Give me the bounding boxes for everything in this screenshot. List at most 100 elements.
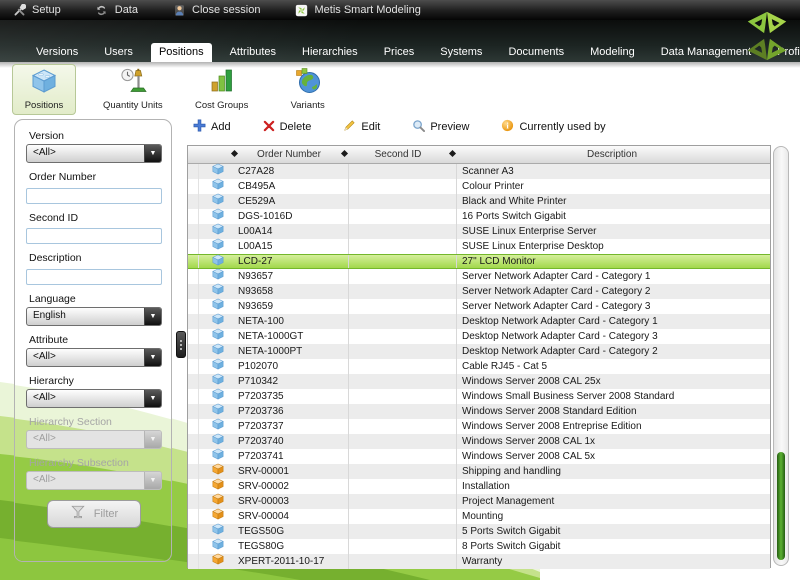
ribbon-button-quantity-units[interactable]: Quantity Units: [98, 64, 168, 115]
table-row[interactable]: SRV-00004Mounting: [188, 509, 770, 524]
column-header-order-number[interactable]: Order Number: [236, 146, 342, 163]
tab-versions[interactable]: Versions: [28, 43, 86, 62]
tab-modeling[interactable]: Modeling: [582, 43, 643, 62]
filter-panel: Version <All> ▼ Order Number Second ID D…: [14, 119, 172, 562]
table-row[interactable]: SRV-00003Project Management: [188, 494, 770, 509]
table-row[interactable]: C27A28Scanner A3: [188, 164, 770, 179]
table-row[interactable]: NETA-1000GTDesktop Network Adapter Card …: [188, 329, 770, 344]
row-selector-cell[interactable]: [188, 554, 199, 569]
second-id-input[interactable]: [26, 228, 162, 244]
menu-item-setup[interactable]: Setup: [12, 3, 61, 17]
row-selector-cell[interactable]: [188, 194, 199, 209]
table-row[interactable]: CE529ABlack and White Printer: [188, 194, 770, 209]
row-selector-cell[interactable]: [188, 164, 199, 179]
second-id-label: Second ID: [29, 212, 162, 224]
row-selector-cell[interactable]: [188, 449, 199, 464]
toolbar-button-preview[interactable]: Preview: [412, 119, 469, 135]
table-row[interactable]: SRV-00002Installation: [188, 479, 770, 494]
panel-splitter-handle[interactable]: [176, 331, 186, 358]
tab-users[interactable]: Users: [96, 43, 141, 62]
row-selector-cell[interactable]: [188, 209, 199, 224]
column-header-second-id[interactable]: Second ID: [346, 146, 450, 163]
row-selector-cell[interactable]: [188, 359, 199, 374]
row-selector-cell[interactable]: [188, 284, 199, 299]
table-row[interactable]: DGS-1016D16 Ports Switch Gigabit: [188, 209, 770, 224]
attribute-select[interactable]: <All> ▼: [26, 348, 162, 367]
tab-documents[interactable]: Documents: [500, 43, 572, 62]
scrollbar-thumb[interactable]: [777, 452, 785, 560]
ribbon-button-positions[interactable]: Positions: [12, 64, 76, 115]
table-row[interactable]: N93659Server Network Adapter Card - Cate…: [188, 299, 770, 314]
row-selector-cell[interactable]: [188, 329, 199, 344]
row-icon-cell: [199, 479, 236, 494]
variants-globe-icon: [294, 67, 322, 100]
toolbar-button-add[interactable]: Add: [193, 119, 231, 135]
row-selector-cell[interactable]: [188, 179, 199, 194]
hierarchy-select[interactable]: <All> ▼: [26, 389, 162, 408]
description-input[interactable]: [26, 269, 162, 285]
table-row[interactable]: P7203736Windows Server 2008 Standard Edi…: [188, 404, 770, 419]
table-row[interactable]: CB495AColour Printer: [188, 179, 770, 194]
table-row[interactable]: TEGS50G5 Ports Switch Gigabit: [188, 524, 770, 539]
tab-hierarchies[interactable]: Hierarchies: [294, 43, 366, 62]
row-selector-cell[interactable]: [188, 314, 199, 329]
order-number-cell: C27A28: [236, 164, 348, 179]
toolbar-button-label: Preview: [430, 121, 469, 133]
order-number-input[interactable]: [26, 188, 162, 204]
table-row[interactable]: L00A15SUSE Linux Enterprise Desktop: [188, 239, 770, 254]
table-row[interactable]: L00A14SUSE Linux Enterprise Server: [188, 224, 770, 239]
table-row[interactable]: TEGS80G8 Ports Switch Gigabit: [188, 539, 770, 554]
row-selector-cell[interactable]: [188, 239, 199, 254]
ribbon-button-variants[interactable]: Variants: [276, 64, 340, 115]
row-selector-cell[interactable]: [188, 389, 199, 404]
row-selector-cell[interactable]: [188, 344, 199, 359]
table-row[interactable]: P7203740Windows Server 2008 CAL 1x: [188, 434, 770, 449]
row-selector-cell[interactable]: [188, 524, 199, 539]
table-row[interactable]: P102070Cable RJ45 - Cat 5: [188, 359, 770, 374]
table-row[interactable]: LCD-2727" LCD Monitor: [188, 254, 770, 269]
table-row[interactable]: P7203737Windows Server 2008 Entreprise E…: [188, 419, 770, 434]
description-label: Description: [29, 252, 162, 264]
row-selector-cell[interactable]: [188, 539, 199, 554]
table-row[interactable]: P7203741Windows Server 2008 CAL 5x: [188, 449, 770, 464]
table-row[interactable]: NETA-100Desktop Network Adapter Card - C…: [188, 314, 770, 329]
table-row[interactable]: N93658Server Network Adapter Card - Cate…: [188, 284, 770, 299]
table-row[interactable]: P7203735Windows Small Business Server 20…: [188, 389, 770, 404]
table-row[interactable]: P710342Windows Server 2008 CAL 25x: [188, 374, 770, 389]
row-selector-cell[interactable]: [188, 269, 199, 284]
tab-prices[interactable]: Prices: [376, 43, 423, 62]
tab-systems[interactable]: Systems: [432, 43, 490, 62]
row-selector-cell[interactable]: [188, 464, 199, 479]
row-selector-cell[interactable]: [188, 419, 199, 434]
description-cell: Project Management: [456, 494, 770, 509]
row-selector-cell[interactable]: [188, 224, 199, 239]
language-select[interactable]: English ▼: [26, 307, 162, 326]
vertical-scrollbar[interactable]: [773, 146, 789, 566]
toolbar-button-delete[interactable]: Delete: [263, 120, 312, 135]
column-header-description[interactable]: Description: [454, 146, 770, 163]
row-icon-cell: [199, 554, 236, 569]
toolbar-button-currently-used-by[interactable]: iCurrently used by: [501, 119, 605, 135]
tab-positions[interactable]: Positions: [151, 43, 212, 62]
row-selector-cell[interactable]: [188, 299, 199, 314]
second-id-cell: [348, 479, 456, 494]
menu-item-data[interactable]: Data: [95, 3, 138, 17]
table-row[interactable]: N93657Server Network Adapter Card - Cate…: [188, 269, 770, 284]
row-selector-cell[interactable]: [188, 494, 199, 509]
table-row[interactable]: SRV-00001Shipping and handling: [188, 464, 770, 479]
row-selector-cell[interactable]: [188, 434, 199, 449]
order-number-cell: N93657: [236, 269, 348, 284]
row-selector-cell[interactable]: [188, 374, 199, 389]
row-selector-cell[interactable]: [188, 479, 199, 494]
row-selector-cell[interactable]: [188, 404, 199, 419]
row-selector-cell[interactable]: [188, 255, 199, 268]
tab-attributes[interactable]: Attributes: [222, 43, 284, 62]
row-selector-cell[interactable]: [188, 509, 199, 524]
version-select[interactable]: <All> ▼: [26, 144, 162, 163]
ribbon-button-cost-groups[interactable]: Cost Groups: [190, 64, 254, 115]
menu-item-metis-smart-modeling[interactable]: Metis Smart Modeling: [294, 3, 420, 17]
menu-item-close-session[interactable]: Close session: [172, 3, 260, 17]
table-row[interactable]: NETA-1000PTDesktop Network Adapter Card …: [188, 344, 770, 359]
toolbar-button-edit[interactable]: Edit: [343, 119, 380, 135]
table-row[interactable]: XPERT-2011-10-17Warranty: [188, 554, 770, 569]
